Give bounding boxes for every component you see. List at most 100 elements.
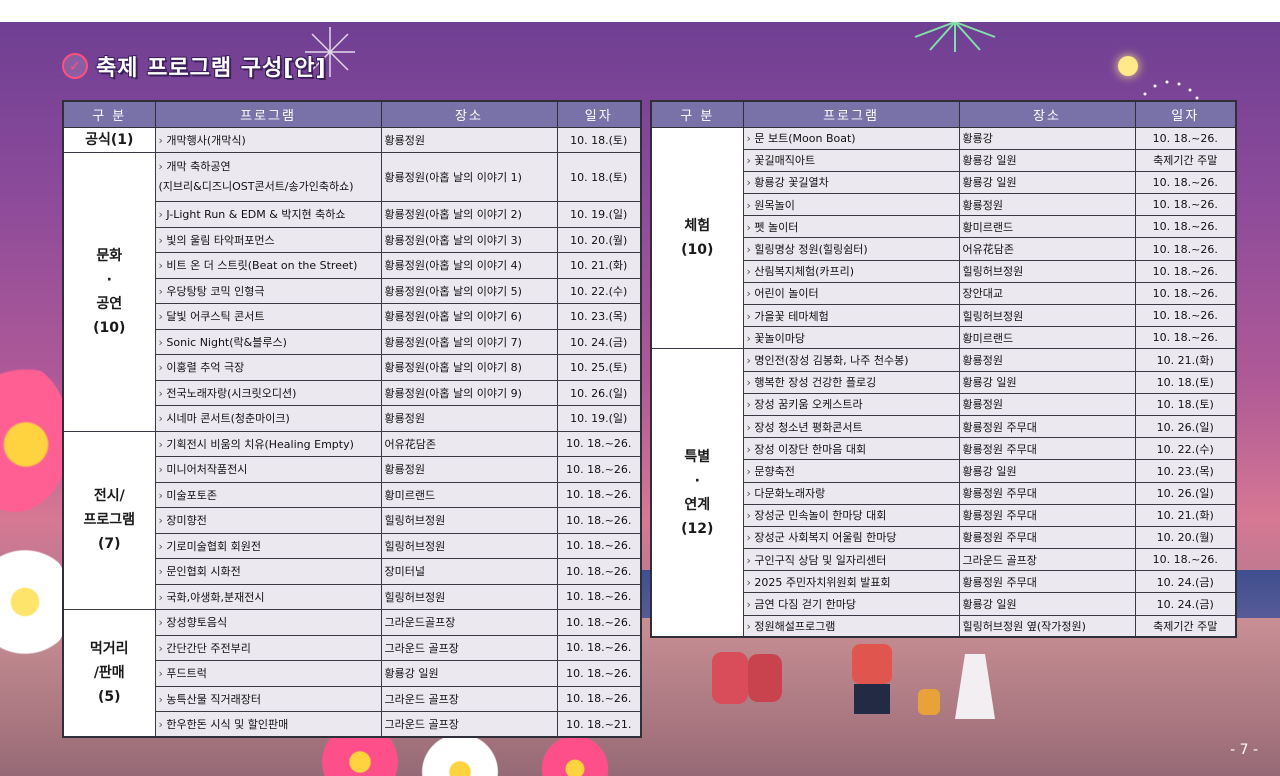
program-cell: 장성 청소년 평화콘서트 xyxy=(742,414,960,439)
date-cell: 10. 18.~26. xyxy=(1134,326,1237,350)
pink-flower-decoration xyxy=(0,362,70,512)
program-cell: 금연 다짐 걷기 한마당 xyxy=(742,592,960,616)
venue-cell: 황미르랜드 xyxy=(958,326,1136,350)
date-cell: 10. 19.(일) xyxy=(556,201,642,228)
venue-cell: 황룡정원 주무대 xyxy=(958,570,1136,594)
page-number: - 7 - xyxy=(1230,742,1258,758)
category-cell: 공식(1) xyxy=(62,126,156,153)
date-cell: 10. 18.~26. xyxy=(1134,259,1237,283)
venue-cell: 황미르랜드 xyxy=(958,215,1136,239)
check-circle-icon: ✓ xyxy=(62,53,88,79)
date-cell: 10. 18.~26. xyxy=(1134,237,1237,261)
program-cell: 2025 주민자치위원회 발표회 xyxy=(742,570,960,594)
date-cell: 10. 24.(금) xyxy=(556,328,642,355)
program-cell: 산림복지체험(카프리) xyxy=(742,259,960,283)
venue-cell: 어유花담존 xyxy=(958,237,1136,261)
header-venue: 장소 xyxy=(958,100,1136,128)
header-date: 일자 xyxy=(1134,100,1237,128)
venue-cell: 황룡정원 주무대 xyxy=(958,525,1136,550)
venue-cell: 황룡정원 주무대 xyxy=(958,437,1136,461)
program-cell: 국화,야생화,분재전시 xyxy=(154,583,382,610)
people-illustration xyxy=(712,644,995,719)
table-row: 문화·공연(10)개막 축하공연(지브리&디즈니OST콘서트/송가인축하쇼)황룡… xyxy=(62,152,642,432)
venue-cell: 황룡정원 xyxy=(958,348,1136,372)
venue-cell: 그라운드 골프장 xyxy=(380,685,558,712)
program-cell: 정원해설프로그램 xyxy=(742,614,960,638)
venue-cell: 황룡정원(아홉 날의 이야기 4) xyxy=(380,252,558,279)
venue-cell: 황룡정원 xyxy=(380,405,558,432)
program-cell: 힐링명상 정원(힐링쉼터) xyxy=(742,237,960,261)
program-cell: 펫 놀이터 xyxy=(742,215,960,239)
date-cell: 10. 18.~26. xyxy=(556,660,642,687)
venue-cell: 황룡정원 xyxy=(958,392,1136,416)
program-cell: 꽃놀이마당 xyxy=(742,326,960,350)
date-cell: 10. 21.(화) xyxy=(1134,503,1237,527)
venue-cell: 황룡정원 주무대 xyxy=(958,481,1136,505)
program-cell: 전국노래자랑(시크릿오디션) xyxy=(154,379,382,406)
date-cell: 10. 18.~26. xyxy=(1134,193,1237,217)
date-cell: 10. 18.~26. xyxy=(556,456,642,483)
date-cell: 10. 18.(토) xyxy=(556,152,642,202)
venue-cell: 힐링허브정원 옆(작가정원) xyxy=(958,614,1136,638)
category-cell: 특별 · 연계 (12) xyxy=(650,348,744,638)
venue-cell: 황룡정원(아홉 날의 이야기 1) xyxy=(380,152,558,202)
program-cell: 장미향전 xyxy=(154,507,382,534)
venue-cell: 힐링허브정원 xyxy=(380,532,558,559)
program-cell: 장성군 민속놀이 한마당 대회 xyxy=(742,503,960,527)
program-cell: 기획전시 비움의 치유(Healing Empty) xyxy=(154,430,382,457)
venue-cell: 어유花담존 xyxy=(380,430,558,457)
firework-decoration xyxy=(914,22,996,52)
date-cell: 10. 21.(화) xyxy=(556,252,642,279)
date-cell: 10. 18.~26. xyxy=(1134,281,1237,306)
date-cell: 10. 18.~26. xyxy=(556,558,642,585)
venue-cell: 황룡강 일원 xyxy=(380,660,558,687)
program-cell: 장성향토음식 xyxy=(154,609,382,636)
program-cell: 가을꽃 테마체험 xyxy=(742,303,960,328)
program-cell: 원목놀이 xyxy=(742,193,960,217)
venue-cell: 그라운드 골프장 xyxy=(380,711,558,738)
category-cell: 먹거리/판매 (5) xyxy=(62,609,156,738)
date-cell: 10. 18.~26. xyxy=(556,507,642,534)
date-cell: 10. 18.~26. xyxy=(556,609,642,636)
program-cell: J-Light Run & EDM & 박지현 축하쇼 xyxy=(154,201,382,228)
date-cell: 10. 18.(토) xyxy=(556,126,642,153)
program-cell: 미술포토존 xyxy=(154,481,382,508)
left-schedule-table: 구 분 프로그램 장소 일자 공식(1)개막행사(개막식)황룡정원10. 18.… xyxy=(62,100,642,738)
venue-cell: 황미르랜드 xyxy=(380,481,558,508)
date-cell: 10. 18.~26. xyxy=(1134,303,1237,328)
category-cell: 전시/프로그램 (7) xyxy=(62,430,156,610)
date-cell: 10. 26.(일) xyxy=(556,379,642,406)
date-cell: 10. 21.(화) xyxy=(1134,348,1237,372)
venue-cell: 황룡정원(아홉 날의 이야기 7) xyxy=(380,328,558,355)
header-category: 구 분 xyxy=(650,100,744,128)
program-cell: 장성 이장단 한마음 대회 xyxy=(742,437,960,461)
venue-cell: 힐링허브정원 xyxy=(958,303,1136,328)
date-cell: 10. 18.~21. xyxy=(556,711,642,738)
date-cell: 10. 19.(일) xyxy=(556,405,642,432)
category-cell: 문화 · 공연 (10) xyxy=(62,152,156,432)
program-cell: 다문화노래자랑 xyxy=(742,481,960,505)
header-program: 프로그램 xyxy=(742,100,960,128)
venue-cell: 황룡정원(아홉 날의 이야기 8) xyxy=(380,354,558,381)
table-row: 전시/프로그램(7)기획전시 비움의 치유(Healing Empty)어유花담… xyxy=(62,430,642,610)
program-cell: 푸드트럭 xyxy=(154,660,382,687)
table-row: 먹거리/판매(5)장성향토음식그라운드골프장10. 18.~26. xyxy=(62,609,642,738)
venue-cell: 그라운드골프장 xyxy=(380,609,558,636)
venue-cell: 황룡정원(아홉 날의 이야기 3) xyxy=(380,226,558,253)
date-cell: 10. 18.(토) xyxy=(1134,392,1237,416)
page-title: ✓ 축제 프로그램 구성[안] xyxy=(62,46,327,86)
venue-cell: 황룡정원 주무대 xyxy=(958,503,1136,527)
header-venue: 장소 xyxy=(380,100,558,128)
program-cell: 장성군 사회복지 어울림 한마당 xyxy=(742,525,960,550)
date-cell: 10. 18.~26. xyxy=(1134,126,1237,150)
date-cell: 10. 23.(목) xyxy=(556,303,642,330)
program-cell: 간단간단 주전부리 xyxy=(154,634,382,661)
program-cell: 농특산물 직거래장터 xyxy=(154,685,382,712)
date-cell: 10. 26.(일) xyxy=(1134,414,1237,439)
program-cell: 황룡강 꽃길열차 xyxy=(742,170,960,195)
date-cell: 10. 24.(금) xyxy=(1134,570,1237,594)
title-text: 축제 프로그램 구성[안] xyxy=(96,56,327,81)
right-schedule-table: 구 분 프로그램 장소 일자 체험(10)문 보트(Moon Boat)황룡강1… xyxy=(650,100,1237,639)
program-cell: 문인협회 시화전 xyxy=(154,558,382,585)
venue-cell: 황룡정원(아홉 날의 이야기 5) xyxy=(380,277,558,304)
